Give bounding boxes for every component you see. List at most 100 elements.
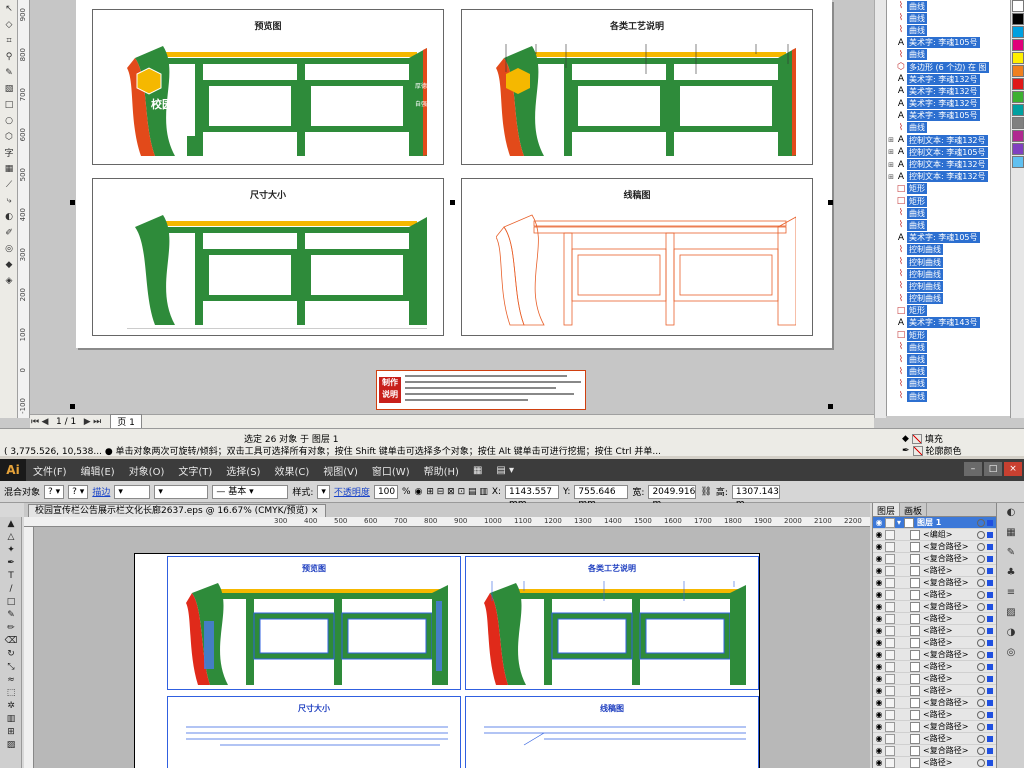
object-tree-item[interactable]: □ 矩形 xyxy=(887,329,1010,341)
ellipse-tool-icon[interactable]: ○ xyxy=(1,113,17,128)
target-icon[interactable] xyxy=(977,734,985,743)
visibility-icon[interactable]: ◉ xyxy=(873,590,885,599)
lock-toggle[interactable] xyxy=(885,673,895,684)
selection-indicator[interactable] xyxy=(987,687,993,694)
color-swatch[interactable] xyxy=(1012,156,1024,168)
lock-toggle[interactable] xyxy=(885,757,895,768)
lock-toggle[interactable] xyxy=(885,565,895,576)
next-page-icon[interactable]: ▶ xyxy=(82,417,92,427)
object-tree-item[interactable]: □ 矩形 xyxy=(887,305,1010,317)
variable-width-field[interactable]: ▾ xyxy=(154,484,209,499)
selection-indicator[interactable] xyxy=(987,735,993,742)
visibility-icon[interactable]: ◉ xyxy=(873,542,885,551)
target-icon[interactable] xyxy=(977,554,985,563)
expand-icon[interactable]: ▾ xyxy=(897,518,901,527)
ai-preview-panel[interactable]: 预览图 xyxy=(167,556,461,690)
brushes-panel-icon[interactable]: ✎ xyxy=(1002,547,1020,563)
table-tool-icon[interactable]: ▦ xyxy=(1,161,17,176)
target-icon[interactable] xyxy=(977,566,985,575)
lock-toggle[interactable] xyxy=(885,637,895,648)
visibility-icon[interactable]: ◉ xyxy=(873,566,885,575)
layer-item-row[interactable]: ◉ <路径> xyxy=(873,673,996,685)
tab-layers[interactable]: 图层 xyxy=(873,503,901,517)
dimensions-panel[interactable]: 尺寸大小 xyxy=(92,178,444,336)
menu-edit[interactable]: 编辑(E) xyxy=(74,463,122,478)
visibility-icon[interactable]: ◉ xyxy=(873,578,885,587)
tab-artboards[interactable]: 画板 xyxy=(900,503,928,517)
target-icon[interactable] xyxy=(977,602,985,611)
selection-indicator[interactable] xyxy=(987,615,993,622)
color-swatch[interactable] xyxy=(1012,0,1024,12)
menu-file[interactable]: 文件(F) xyxy=(26,463,74,478)
layer-item-row[interactable]: ◉ <复合路径> xyxy=(873,745,996,757)
layer-item-row[interactable]: ◉ <路径> xyxy=(873,661,996,673)
selection-indicator[interactable] xyxy=(987,651,993,658)
layer-item-row[interactable]: ◉ <复合路径> xyxy=(873,553,996,565)
selection-handle[interactable] xyxy=(450,200,455,205)
ai-process-panel[interactable]: 各类工艺说明 xyxy=(465,556,759,690)
object-tree-item[interactable]: ⌇ 曲线 xyxy=(887,207,1010,219)
outline-indicator[interactable]: ✒ 轮廓颜色 xyxy=(902,444,962,456)
menu-object[interactable]: 对象(O) xyxy=(122,463,172,478)
color-swatch[interactable] xyxy=(1012,78,1024,90)
line-tool-icon[interactable]: / xyxy=(1,583,21,595)
selection-indicator[interactable] xyxy=(987,519,993,526)
prev-page-icon[interactable]: ◀ xyxy=(40,417,50,427)
object-tree-item[interactable]: ⌇ 曲线 xyxy=(887,49,1010,61)
production-note[interactable]: 制作说明 xyxy=(376,370,586,410)
object-tree-item[interactable]: ⌇ 曲线 xyxy=(887,122,1010,134)
expand-plus-icon[interactable]: ⊞ xyxy=(887,173,895,181)
process-notes-panel[interactable]: 各类工艺说明 xyxy=(461,9,813,165)
arrange-documents-icon[interactable]: ▤ ▾ xyxy=(489,465,521,476)
color-panel-icon[interactable]: ◐ xyxy=(1002,507,1020,523)
color-swatch[interactable] xyxy=(1012,52,1024,64)
mesh-tool-icon[interactable]: ⊞ xyxy=(1,726,21,738)
selection-handle[interactable] xyxy=(828,404,833,409)
crop-tool-icon[interactable]: ⌗ xyxy=(1,33,17,48)
opacity-field[interactable]: 100 xyxy=(373,484,398,499)
layer-item-row[interactable]: ◉ <路径> xyxy=(873,757,996,768)
expand-plus-icon[interactable]: ⊞ xyxy=(887,136,895,144)
lock-toggle[interactable] xyxy=(885,589,895,600)
color-swatch[interactable] xyxy=(1012,143,1024,155)
preview-panel[interactable]: 预览图 校园文化 厚德载物 xyxy=(92,9,444,165)
selection-handle[interactable] xyxy=(828,200,833,205)
dimension-tool-icon[interactable]: ⟋ xyxy=(1,177,17,192)
symbol-sprayer-icon[interactable]: ✲ xyxy=(1,700,21,712)
scale-tool-icon[interactable]: ⤡ xyxy=(1,661,21,673)
first-page-icon[interactable]: ⏮ xyxy=(30,417,40,427)
color-swatch[interactable] xyxy=(1012,65,1024,77)
pen-tool-icon[interactable]: ✒ xyxy=(1,557,21,569)
opacity-link[interactable]: 不透明度 xyxy=(334,485,370,498)
selection-indicator[interactable] xyxy=(987,531,993,538)
freehand-tool-icon[interactable]: ✎ xyxy=(1,65,17,80)
pencil-icon[interactable]: ✏ xyxy=(1,622,21,634)
visibility-icon[interactable]: ◉ xyxy=(873,662,885,671)
visibility-icon[interactable]: ◉ xyxy=(873,686,885,695)
gradient-panel-icon[interactable]: ▨ xyxy=(1002,607,1020,623)
object-tree-item[interactable]: A 美术字: 李魂132号 xyxy=(887,73,1010,85)
selection-indicator[interactable] xyxy=(987,663,993,670)
selection-indicator[interactable] xyxy=(987,567,993,574)
visibility-icon[interactable]: ◉ xyxy=(873,722,885,731)
minimize-icon[interactable]: – xyxy=(964,462,982,476)
visibility-icon[interactable]: ◉ xyxy=(873,518,885,527)
target-icon[interactable] xyxy=(977,590,985,599)
graphic-style-field[interactable]: ▾ xyxy=(317,484,330,499)
graph-tool-icon[interactable]: ▥ xyxy=(1,713,21,725)
expand-plus-icon[interactable]: ⊞ xyxy=(887,148,895,156)
menu-window[interactable]: 窗口(W) xyxy=(365,463,417,478)
target-icon[interactable] xyxy=(977,662,985,671)
free-transform-icon[interactable]: ⬚ xyxy=(1,687,21,699)
coreldraw-canvas[interactable]: 预览图 校园文化 厚德载物 xyxy=(30,0,874,414)
lock-toggle[interactable] xyxy=(885,721,895,732)
lock-toggle[interactable] xyxy=(885,601,895,612)
ai-line-drawing-panel[interactable]: 线稿图 xyxy=(465,696,759,768)
object-tree-item[interactable]: A 美术字: 李魂132号 xyxy=(887,98,1010,110)
layer-item-row[interactable]: ◉ <路径> xyxy=(873,625,996,637)
layer-item-row[interactable]: ◉ <路径> xyxy=(873,685,996,697)
polygon-tool-icon[interactable]: ⬡ xyxy=(1,129,17,144)
lock-toggle[interactable] xyxy=(885,733,895,744)
selection-indicator[interactable] xyxy=(987,639,993,646)
selection-handle[interactable] xyxy=(70,404,75,409)
